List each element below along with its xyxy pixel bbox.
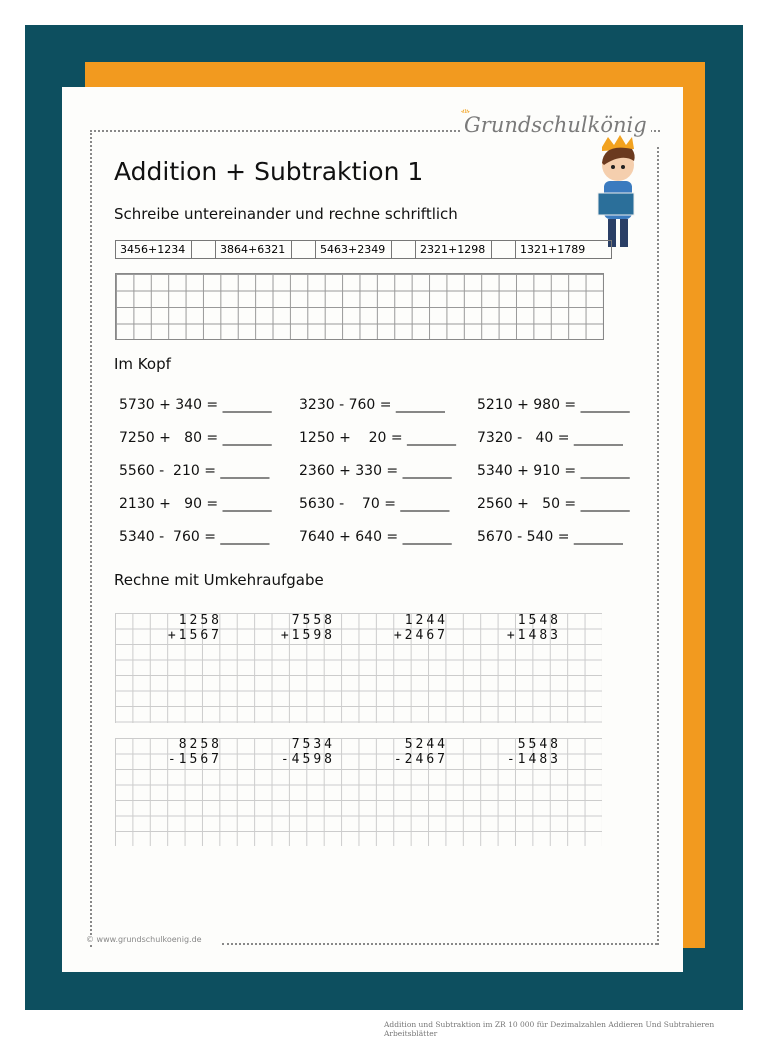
equation: 7320 - 40 = _______ — [477, 430, 623, 446]
equation: 5670 - 540 = _______ — [477, 529, 623, 545]
task: 3864+6321 — [216, 241, 292, 258]
operand: 7534 — [291, 737, 335, 752]
dotted-border-bottom — [222, 943, 657, 945]
page-title: Addition + Subtraktion 1 — [114, 157, 424, 186]
operand: -1483 — [506, 752, 561, 767]
task-strip: 3456+1234 3864+6321 5463+2349 2321+1298 … — [115, 240, 612, 259]
dotted-border-right — [657, 147, 659, 945]
logo: Grundschulkönig — [460, 113, 651, 137]
equation: 5730 + 340 = _______ — [119, 397, 272, 413]
task: 1321+1789 — [520, 243, 586, 256]
equation: 2130 + 90 = _______ — [119, 496, 272, 512]
operand: -1567 — [167, 752, 222, 767]
addition-problem: 1548 +1483 — [471, 613, 561, 643]
addition-problem: 1244 +2467 — [358, 613, 448, 643]
operand: 1548 — [517, 613, 561, 628]
subtraction-problem: 5548 -1483 — [471, 737, 561, 767]
operand: +1567 — [167, 628, 222, 643]
operand: 1258 — [178, 613, 222, 628]
operand: -4598 — [280, 752, 335, 767]
equation: 7640 + 640 = _______ — [299, 529, 452, 545]
section-heading-mental: Im Kopf — [114, 355, 171, 373]
equation: 5340 + 910 = _______ — [477, 463, 630, 479]
operand: 1244 — [404, 613, 448, 628]
equation: 5560 - 210 = _______ — [119, 463, 270, 479]
operand: 5548 — [517, 737, 561, 752]
operand: -2467 — [393, 752, 448, 767]
equation: 5210 + 980 = _______ — [477, 397, 630, 413]
mental-equations: 5730 + 340 = _______ 3230 - 760 = _______… — [119, 397, 649, 548]
footer-url: © www.grundschulkoenig.de — [86, 935, 202, 944]
equation: 7250 + 80 = _______ — [119, 430, 272, 446]
equation: 5630 - 70 = _______ — [299, 496, 450, 512]
subtraction-problem: 5244 -2467 — [358, 737, 448, 767]
task: 2321+1298 — [416, 241, 492, 258]
task: 5463+2349 — [316, 241, 392, 258]
operand: 8258 — [178, 737, 222, 752]
task: 3456+1234 — [116, 241, 192, 258]
operand: 5244 — [404, 737, 448, 752]
operand: +2467 — [393, 628, 448, 643]
operand: 7558 — [291, 613, 335, 628]
equation: 1250 + 20 = _______ — [299, 430, 457, 446]
equation: 5340 - 760 = _______ — [119, 529, 270, 545]
equation: 2560 + 50 = _______ — [477, 496, 630, 512]
addition-problem: 7558 +1598 — [245, 613, 335, 643]
writing-grid — [115, 273, 604, 340]
equation: 2360 + 330 = _______ — [299, 463, 452, 479]
section-heading-written: Schreibe untereinander und rechne schrif… — [114, 205, 458, 223]
boy-reading-illustration — [597, 135, 635, 247]
subtraction-problem: 7534 -4598 — [245, 737, 335, 767]
worksheet-page: ♛ Grundschulkönig Addition + Subtraktion… — [62, 87, 683, 972]
operand: +1483 — [506, 628, 561, 643]
subtraction-problem: 8258 -1567 — [132, 737, 222, 767]
equation: 3230 - 760 = _______ — [299, 397, 445, 413]
addition-problem: 1258 +1567 — [132, 613, 222, 643]
caption: Addition und Subtraktion im ZR 10 000 fü… — [384, 1020, 715, 1038]
section-heading-inverse: Rechne mit Umkehraufgabe — [114, 571, 324, 589]
operand: +1598 — [280, 628, 335, 643]
